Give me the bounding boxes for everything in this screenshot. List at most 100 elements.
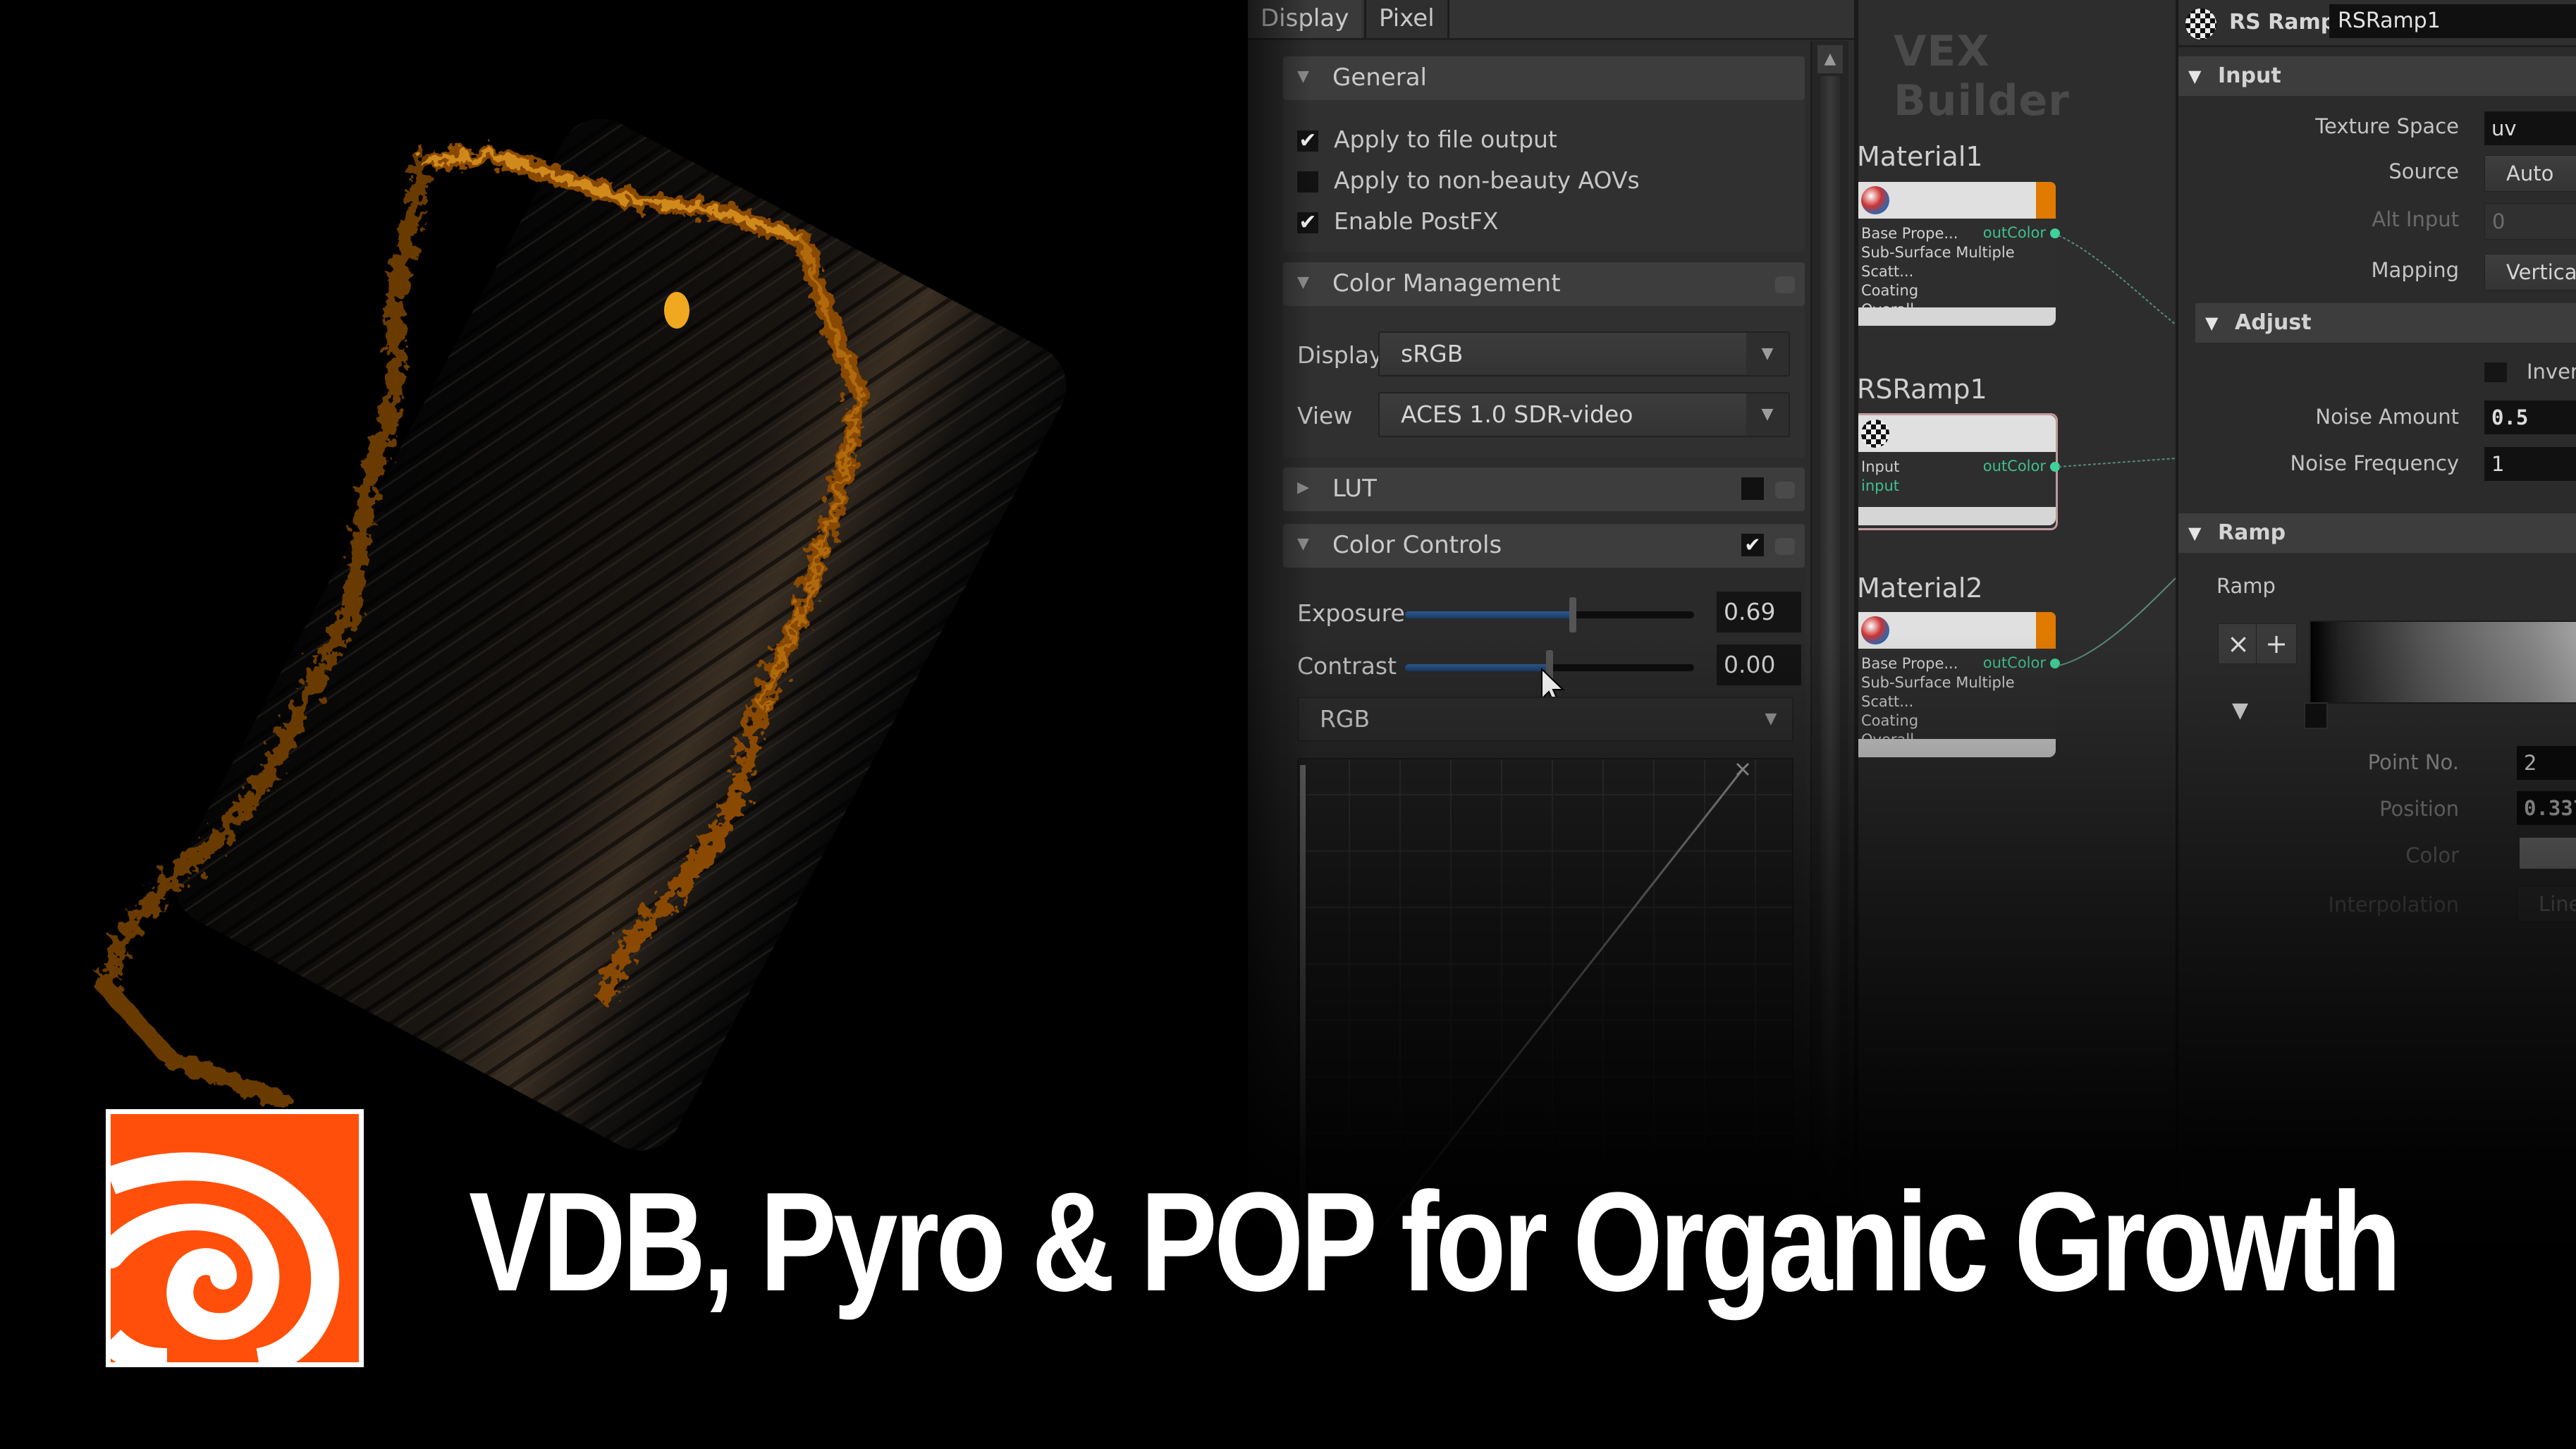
checkbox-apply-file-output[interactable]: ✔ Apply to file output [1297, 126, 1557, 153]
tab-pixel[interactable]: Pixel [1364, 0, 1449, 38]
interpolation-dropdown[interactable]: Linea [2517, 886, 2576, 922]
contrast-value-field[interactable]: 0.00 [1717, 644, 1801, 685]
node-name-field[interactable]: RSRamp1 [2329, 4, 2576, 38]
houdini-logo [106, 1109, 364, 1367]
slider-handle[interactable] [1569, 597, 1576, 632]
section-lut-header[interactable]: ▶ LUT [1283, 467, 1805, 511]
section-color-controls-header[interactable]: ▼ Color Controls ✔ [1283, 524, 1805, 568]
section-label: Adjust [2235, 310, 2312, 335]
dropdown-value: ACES 1.0 SDR-video [1401, 401, 1633, 428]
checkbox-apply-non-beauty[interactable]: Apply to non-beauty AOVs [1297, 166, 1640, 194]
section-general-body: ✔ Apply to file output Apply to non-beaut… [1283, 100, 1805, 252]
ramp-options-triangle-icon[interactable]: ▼ [2232, 698, 2248, 723]
scroll-up-icon[interactable]: ▲ [1817, 45, 1843, 73]
section-color-management-body: Display sRGB ▼ View ACES 1.0 SDR-video ▼ [1283, 306, 1805, 458]
channel-dropdown[interactable]: RGB ▼ [1297, 697, 1793, 742]
tab-bar: Display Pixel [1248, 0, 1854, 40]
dropdown-value: sRGB [1401, 340, 1464, 367]
thumbnail-title: VDB, Pyro & POP for Organic Growth [469, 1163, 2402, 1321]
slider-fill [1405, 611, 1573, 618]
position-field[interactable]: 0.337 [2517, 791, 2576, 825]
section-label: Color Controls [1332, 531, 1502, 559]
mapping-dropdown[interactable]: Vertical [2484, 254, 2576, 291]
checker-ball-icon [2185, 8, 2216, 39]
interpolation-label: Interpolation [2328, 893, 2459, 917]
wire[interactable] [2058, 577, 2176, 666]
color-controls-enable-checkbox[interactable]: ✔ [1741, 534, 1764, 556]
expand-triangle-icon: ▼ [2188, 66, 2202, 86]
checkbox-label: Apply to non-beauty AOVs [1334, 166, 1640, 194]
section-label: Color Management [1332, 269, 1561, 298]
checkbox-enable-postfx[interactable]: ✔ Enable PostFX [1297, 207, 1499, 235]
node-wires [2058, 235, 2176, 666]
color-swatch[interactable] [2520, 838, 2576, 869]
display-label: Display [1297, 341, 1383, 369]
node-type-label: RS Ramp [2229, 10, 2336, 35]
dropdown-arrow-icon: ▼ [1746, 393, 1789, 436]
checkbox-label: Apply to file output [1334, 126, 1557, 153]
section-general-label: General [1332, 63, 1427, 92]
expand-triangle-icon: ▼ [2188, 523, 2202, 543]
checkbox-label: Enable PostFX [1334, 207, 1499, 235]
source-dropdown[interactable]: Auto [2484, 155, 2576, 192]
exposure-slider[interactable] [1405, 597, 1694, 632]
checkbox-checked-icon[interactable]: ✔ [1297, 212, 1318, 233]
checkbox-unchecked-icon[interactable] [1297, 171, 1318, 192]
alt-input-label: Alt Input [2372, 207, 2459, 231]
display-dropdown[interactable]: sRGB ▼ [1378, 331, 1790, 377]
curve-endpoint-handle[interactable] [1736, 762, 1750, 776]
section-general-header[interactable]: ▼ General [1283, 56, 1805, 100]
section-label: Ramp [2218, 520, 2286, 545]
section-label: LUT [1332, 475, 1377, 503]
invert-checkbox[interactable] [2484, 362, 2507, 382]
wire[interactable] [2058, 458, 2176, 467]
color-label: Color [2405, 843, 2459, 867]
noise-frequency-field[interactable]: 1 [2484, 447, 2576, 481]
section-color-management-header[interactable]: ▼ Color Management [1283, 262, 1805, 306]
scrollbar-thumb[interactable] [1820, 76, 1840, 1204]
dropdown-arrow-icon: ▼ [1746, 333, 1789, 375]
section-menu-icon[interactable] [1775, 482, 1795, 499]
view-dropdown[interactable]: ACES 1.0 SDR-video ▼ [1378, 392, 1790, 437]
checkbox-checked-icon[interactable]: ✔ [1297, 130, 1318, 152]
exposure-value-field[interactable]: 0.69 [1717, 592, 1801, 632]
invert-label: Invert [2527, 360, 2576, 384]
dropdown-value: RGB [1320, 705, 1370, 733]
dropdown-arrow-icon: ▼ [1750, 698, 1792, 740]
point-no-label: Point No. [2367, 750, 2459, 774]
param-header: RS Ramp RSRamp1 [2178, 0, 2576, 47]
section-label: Input [2218, 63, 2281, 88]
noise-amount-label: Noise Amount [2315, 405, 2459, 429]
expand-triangle-icon: ▼ [2205, 313, 2219, 333]
ramp-key-handle[interactable] [2304, 702, 2328, 729]
section-adjust-header[interactable]: ▼ Adjust [2195, 303, 2576, 343]
noise-amount-field[interactable]: 0.5 [2484, 401, 2576, 434]
position-label: Position [2379, 797, 2459, 821]
noise-frequency-label: Noise Frequency [2290, 451, 2459, 475]
lut-enable-checkbox[interactable] [1741, 477, 1764, 500]
expand-triangle-icon: ▼ [1297, 535, 1309, 553]
view-label: View [1297, 402, 1353, 429]
delete-point-button[interactable]: × [2218, 623, 2259, 664]
wire[interactable] [2058, 235, 2176, 325]
section-ramp-header[interactable]: ▼ Ramp [2178, 513, 2576, 553]
slider-fill [1405, 664, 1550, 671]
collapsed-triangle-icon: ▶ [1297, 479, 1309, 496]
point-no-field[interactable]: 2 [2517, 746, 2576, 780]
alt-input-field[interactable]: 0 [2484, 203, 2576, 240]
section-menu-icon[interactable] [1775, 538, 1795, 555]
texture-space-field[interactable]: uv [2484, 111, 2576, 145]
mapping-label: Mapping [2371, 258, 2459, 282]
ramp-label: Ramp [2216, 574, 2276, 598]
vertical-scrollbar[interactable]: ▲ [1810, 41, 1848, 1240]
exposure-label: Exposure [1297, 599, 1405, 627]
section-menu-icon[interactable] [1775, 276, 1795, 293]
expand-triangle-icon: ▼ [1297, 274, 1309, 291]
houdini-spiral-icon [111, 1152, 340, 1362]
tab-display[interactable]: Display [1248, 0, 1362, 38]
expand-triangle-icon: ▼ [1297, 68, 1309, 85]
section-input-header[interactable]: ▼ Input [2178, 56, 2576, 96]
source-label: Source [2388, 159, 2459, 183]
ramp-gradient-editor[interactable] [2310, 620, 2576, 704]
add-point-button[interactable]: + [2256, 623, 2297, 664]
